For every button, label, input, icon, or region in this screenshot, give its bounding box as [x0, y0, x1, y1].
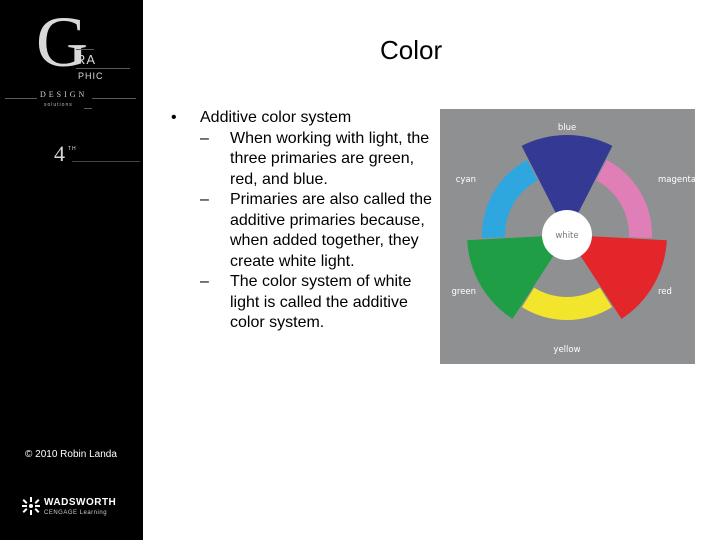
sub-bullet-text: Primaries are also called the additive p… [230, 191, 432, 270]
bullet-text: Additive color system [200, 109, 352, 126]
logo-ra: RA [76, 52, 96, 67]
edition-rule [72, 161, 140, 162]
sidebar: G RA PHIC DESIGN solutions 4 TH © 2010 R… [0, 0, 143, 540]
logo-rule-left [5, 98, 37, 99]
wheel-label-center: white [555, 231, 578, 241]
bullet-item: • Additive color system [170, 108, 432, 129]
publisher-logo-icon [22, 497, 40, 515]
color-wheel: white blue magenta red yellow green cyan [451, 123, 695, 355]
wheel-label-cyan: cyan [456, 175, 476, 185]
sub-bullet-dash: – [200, 129, 209, 147]
logo-rule-right [92, 98, 136, 99]
wheel-label-blue: blue [558, 123, 576, 133]
sub-bullet-text: The color system of white light is calle… [230, 273, 412, 331]
logo-rule-small [84, 108, 92, 109]
logo-phic: PHIC [78, 71, 104, 81]
sub-bullet-item: – The color system of white light is cal… [200, 272, 432, 334]
wheel-label-red: red [658, 287, 672, 297]
logo-design: DESIGN [40, 90, 88, 99]
sub-bullet-text: When working with light, the three prima… [230, 129, 430, 188]
copyright-text: © 2010 Robin Landa [25, 449, 117, 460]
sub-bullet-dash: – [200, 273, 209, 290]
slide-content: • Additive color system – When working w… [170, 108, 432, 334]
sub-bullet-dash: – [200, 191, 209, 208]
edition-suffix: TH [68, 146, 77, 152]
logo-solutions: solutions [44, 102, 73, 108]
logo-rule-top [76, 49, 94, 50]
slide-title: Color [380, 35, 443, 65]
wheel-segment-magenta [596, 159, 652, 238]
wheel-segment-yellow [521, 287, 613, 320]
color-wheel-image: white blue magenta red yellow green cyan [440, 109, 695, 364]
bullet-marker: • [171, 109, 177, 126]
logo-rule-mid [76, 68, 130, 69]
sub-bullet-item: – Primaries are also called the additive… [200, 190, 432, 272]
publisher-name: WADSWORTH [44, 497, 117, 508]
edition-number: 4 [54, 141, 65, 166]
wheel-label-green: green [451, 287, 476, 297]
wheel-label-yellow: yellow [553, 345, 580, 355]
wheel-segment-cyan [482, 159, 538, 238]
wheel-label-magenta: magenta [658, 175, 695, 185]
logo-ra-text: RA [76, 52, 97, 67]
sub-bullet-item: – When working with light, the three pri… [200, 129, 432, 191]
publisher-subtitle: CENGAGE Learning [44, 510, 108, 516]
